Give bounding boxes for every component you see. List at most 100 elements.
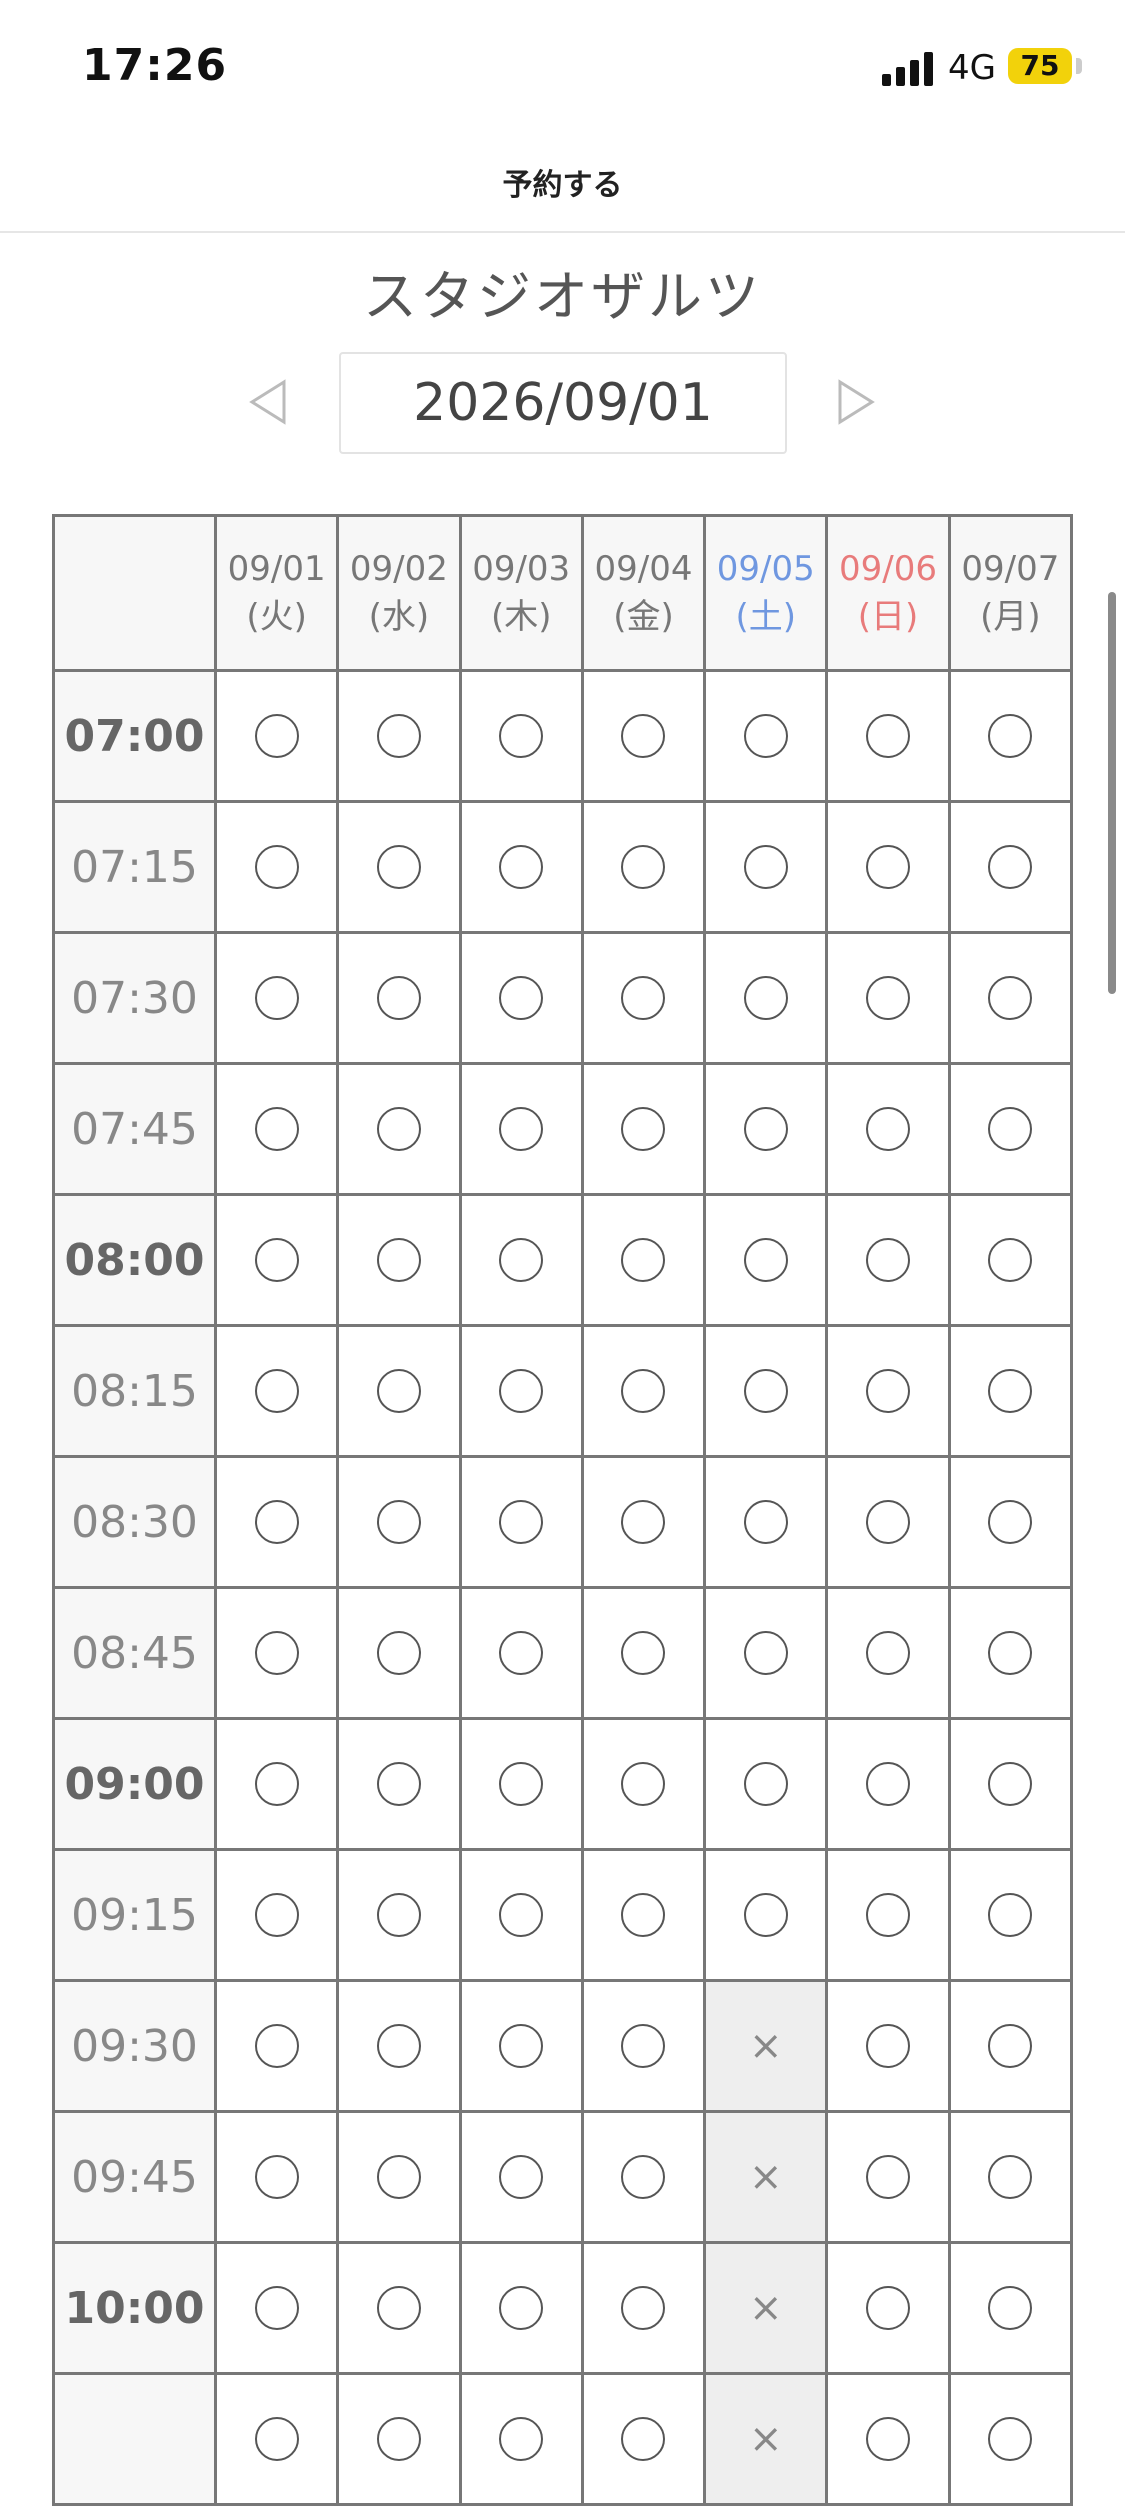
available-circle-icon[interactable] [743, 1238, 788, 1282]
available-slot[interactable] [825, 1979, 951, 2113]
available-circle-icon[interactable] [621, 714, 666, 758]
available-slot[interactable] [213, 1848, 340, 1982]
available-circle-icon[interactable] [988, 1631, 1033, 1675]
available-slot[interactable] [580, 1848, 707, 1982]
available-circle-icon[interactable] [499, 1500, 544, 1544]
available-circle-icon[interactable] [621, 1762, 666, 1806]
available-circle-icon[interactable] [866, 845, 911, 889]
available-circle-icon[interactable] [254, 2024, 299, 2068]
available-circle-icon[interactable] [376, 1369, 421, 1413]
available-circle-icon[interactable] [499, 1893, 544, 1937]
available-slot[interactable] [947, 931, 1074, 1065]
available-slot[interactable] [703, 1062, 829, 1196]
available-slot[interactable] [336, 2241, 462, 2375]
available-slot[interactable] [458, 1324, 584, 1458]
available-slot[interactable] [580, 2372, 707, 2506]
available-slot[interactable] [580, 1717, 707, 1851]
available-slot[interactable] [703, 1586, 829, 1720]
available-circle-icon[interactable] [376, 845, 421, 889]
available-slot[interactable] [825, 1193, 951, 1327]
available-slot[interactable] [458, 800, 584, 934]
available-circle-icon[interactable] [376, 976, 421, 1020]
available-circle-icon[interactable] [988, 1238, 1033, 1282]
available-slot[interactable] [213, 2241, 340, 2375]
available-circle-icon[interactable] [254, 714, 299, 758]
available-circle-icon[interactable] [621, 845, 666, 889]
available-slot[interactable] [947, 800, 1074, 934]
available-slot[interactable] [458, 1979, 584, 2113]
available-circle-icon[interactable] [743, 1762, 788, 1806]
available-slot[interactable] [336, 1193, 462, 1327]
available-slot[interactable] [947, 1979, 1074, 2113]
available-slot[interactable] [336, 1062, 462, 1196]
available-slot[interactable] [825, 2372, 951, 2506]
available-circle-icon[interactable] [499, 1107, 544, 1151]
available-circle-icon[interactable] [376, 2417, 421, 2461]
available-circle-icon[interactable] [621, 1500, 666, 1544]
available-slot[interactable] [947, 1586, 1074, 1720]
available-slot[interactable] [458, 2241, 584, 2375]
available-slot[interactable] [947, 1717, 1074, 1851]
available-circle-icon[interactable] [499, 2024, 544, 2068]
available-slot[interactable] [703, 1717, 829, 1851]
available-slot[interactable] [213, 1586, 340, 1720]
available-circle-icon[interactable] [866, 1893, 911, 1937]
available-slot[interactable] [458, 1193, 584, 1327]
available-circle-icon[interactable] [866, 1500, 911, 1544]
available-circle-icon[interactable] [743, 1107, 788, 1151]
available-circle-icon[interactable] [376, 1500, 421, 1544]
available-slot[interactable] [947, 2110, 1074, 2244]
available-circle-icon[interactable] [866, 1369, 911, 1413]
available-slot[interactable] [336, 1848, 462, 1982]
available-slot[interactable] [825, 1324, 951, 1458]
available-slot[interactable] [458, 1062, 584, 1196]
available-slot[interactable] [458, 2372, 584, 2506]
available-slot[interactable] [336, 1455, 462, 1589]
available-circle-icon[interactable] [743, 976, 788, 1020]
available-slot[interactable] [213, 800, 340, 934]
date-field[interactable]: 2026/09/01 [339, 352, 787, 454]
available-circle-icon[interactable] [499, 2417, 544, 2461]
prev-week-button[interactable] [248, 378, 288, 426]
available-slot[interactable] [213, 1455, 340, 1589]
available-slot[interactable] [580, 931, 707, 1065]
available-circle-icon[interactable] [376, 1762, 421, 1806]
available-slot[interactable] [825, 1717, 951, 1851]
available-slot[interactable] [336, 2110, 462, 2244]
available-circle-icon[interactable] [254, 1631, 299, 1675]
available-circle-icon[interactable] [499, 1238, 544, 1282]
available-slot[interactable] [947, 2241, 1074, 2375]
available-circle-icon[interactable] [743, 1893, 788, 1937]
available-slot[interactable] [825, 1062, 951, 1196]
available-circle-icon[interactable] [499, 1762, 544, 1806]
available-slot[interactable] [825, 669, 951, 803]
available-circle-icon[interactable] [254, 1500, 299, 1544]
available-circle-icon[interactable] [988, 2417, 1033, 2461]
available-slot[interactable] [458, 2110, 584, 2244]
available-circle-icon[interactable] [988, 714, 1033, 758]
available-slot[interactable] [580, 800, 707, 934]
available-circle-icon[interactable] [866, 714, 911, 758]
available-circle-icon[interactable] [988, 976, 1033, 1020]
available-slot[interactable] [336, 2372, 462, 2506]
available-circle-icon[interactable] [988, 2286, 1033, 2330]
available-slot[interactable] [213, 1324, 340, 1458]
available-slot[interactable] [458, 669, 584, 803]
available-circle-icon[interactable] [866, 1762, 911, 1806]
available-circle-icon[interactable] [988, 1500, 1033, 1544]
available-slot[interactable] [458, 1717, 584, 1851]
available-slot[interactable] [580, 2241, 707, 2375]
available-circle-icon[interactable] [254, 2417, 299, 2461]
available-slot[interactable] [947, 2372, 1074, 2506]
available-slot[interactable] [825, 1848, 951, 1982]
available-circle-icon[interactable] [254, 976, 299, 1020]
available-circle-icon[interactable] [376, 1631, 421, 1675]
available-slot[interactable] [336, 1324, 462, 1458]
available-slot[interactable] [213, 1717, 340, 1851]
available-circle-icon[interactable] [988, 845, 1033, 889]
available-slot[interactable] [580, 1193, 707, 1327]
available-circle-icon[interactable] [621, 2155, 666, 2199]
available-circle-icon[interactable] [988, 1893, 1033, 1937]
available-slot[interactable] [213, 1062, 340, 1196]
available-slot[interactable] [458, 931, 584, 1065]
